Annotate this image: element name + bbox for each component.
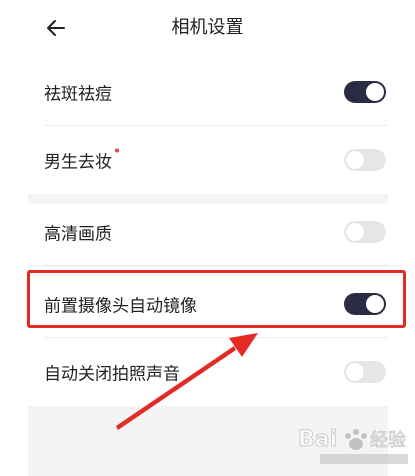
setting-row-male-makeup-removal: 男生去妆 xyxy=(28,126,388,194)
header-bar: 相机设置 xyxy=(0,0,415,56)
toggle-knob xyxy=(346,363,364,381)
setting-label: 前置摄像头自动镜像 xyxy=(44,296,197,317)
setting-label: 自动关闭拍照声音 xyxy=(44,364,180,385)
hd-quality-toggle[interactable] xyxy=(344,221,386,243)
toggle-knob xyxy=(346,223,364,241)
setting-row-front-camera-mirror: 前置摄像头自动镜像 xyxy=(28,270,388,338)
toggle-knob xyxy=(346,151,364,169)
toggle-knob xyxy=(366,295,384,313)
page-title: 相机设置 xyxy=(171,17,244,38)
front-camera-mirror-toggle[interactable] xyxy=(344,293,386,315)
bottom-empty-area xyxy=(28,406,388,476)
setting-row-hd-quality: 高清画质 xyxy=(28,198,388,266)
toggle-knob xyxy=(366,83,384,101)
setting-row-spot-removal: 祛斑祛痘 xyxy=(28,58,388,126)
spot-removal-toggle[interactable] xyxy=(344,81,386,103)
male-makeup-removal-toggle[interactable] xyxy=(344,149,386,171)
setting-label: 高清画质 xyxy=(44,224,112,245)
mute-shutter-sound-toggle[interactable] xyxy=(344,361,386,383)
new-badge-dot xyxy=(115,148,119,153)
setting-label: 祛斑祛痘 xyxy=(44,84,112,105)
setting-row-mute-shutter-sound: 自动关闭拍照声音 xyxy=(28,338,388,406)
setting-label: 男生去妆 xyxy=(44,148,119,173)
